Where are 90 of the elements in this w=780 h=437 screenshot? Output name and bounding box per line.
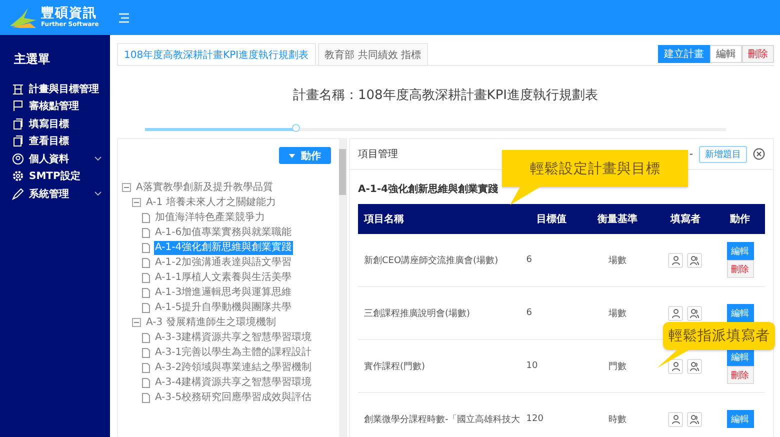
close-icon[interactable]: [753, 148, 765, 160]
pencil-icon: [12, 188, 24, 200]
menu-icon[interactable]: [118, 12, 130, 22]
sidebar-item[interactable]: 填寫目標: [0, 115, 110, 132]
table-cell: 6: [523, 234, 580, 286]
table-icon: [12, 82, 24, 95]
slider-handle[interactable]: [292, 124, 300, 132]
tree-item[interactable]: A-1-2加強溝通表達與語文學習: [154, 256, 293, 270]
panel-title: 項目管理: [358, 148, 399, 161]
assign-user-button[interactable]: [668, 252, 684, 268]
tree-item[interactable]: 加值海洋特色產業競爭力: [154, 210, 266, 224]
table-cell: 實作課程(門數): [358, 340, 524, 392]
toolbar-button[interactable]: 編輯: [710, 45, 742, 63]
sidebar-item[interactable]: 計畫與目標管理: [0, 80, 110, 98]
table-cell: 6: [523, 286, 580, 340]
document-icon: [12, 135, 24, 148]
user-icon: [672, 362, 680, 370]
column-header: 目標值: [523, 204, 580, 234]
column-header: 動作: [715, 204, 765, 234]
tab[interactable]: 教育部 共同績效 指標: [318, 43, 428, 65]
column-header: 項目名稱: [358, 204, 524, 234]
column-header: 衡量基準: [579, 204, 656, 234]
tree-item[interactable]: A-1-6加值專業實務與就業職能: [154, 226, 293, 240]
toolbar-button[interactable]: 刪除: [742, 45, 774, 63]
row-action-button[interactable]: 編輯: [726, 410, 754, 428]
flag-icon: [12, 100, 24, 112]
sidebar-title: 主選單: [13, 51, 51, 68]
tab[interactable]: 108年度高教深耕計畫KPI進度執行規劃表: [117, 43, 316, 65]
chevron-down-icon: [94, 156, 102, 162]
tree-item[interactable]: A-1-4強化創新思維與創業實踐: [154, 240, 293, 254]
column-header: 填寫者: [655, 204, 716, 234]
table-cell: 時數: [579, 392, 656, 437]
chevron-down-icon: [94, 191, 102, 196]
plan-title: 計畫名稱：108年度高教深耕計畫KPI進度執行規劃表: [292, 87, 599, 105]
assign-user-button[interactable]: [668, 358, 684, 374]
table-cell: 10: [523, 340, 580, 392]
settings-icon: [12, 170, 24, 182]
row-action-button[interactable]: 編輯: [726, 242, 754, 260]
sidebar-item[interactable]: 個人資料: [0, 150, 110, 168]
users-icon: [690, 256, 700, 264]
collapse-icon[interactable]: [132, 318, 141, 327]
tree-item[interactable]: A-3-2跨領域與專業連結之學習機制: [154, 360, 313, 374]
users-icon: [690, 414, 700, 424]
row-action-button[interactable]: 編輯: [726, 304, 754, 322]
tree-item[interactable]: A落實教學創新及提升教學品質: [135, 180, 274, 194]
user-icon: [672, 308, 680, 318]
sidebar-item[interactable]: 系統管理: [0, 185, 110, 202]
table-cell: 創業微學分課程時數-「國立高雄科技大: [358, 392, 524, 437]
users-icon: [690, 308, 700, 318]
brand-name: 豐碩資訊: [41, 6, 98, 21]
caret-icon: [289, 154, 295, 158]
tree-item[interactable]: A-3-5校務研究回應學習成效與評估: [154, 390, 313, 404]
action-button[interactable]: 動作: [279, 147, 331, 164]
tree-item[interactable]: A-3-3建構資源共享之智慧學習環境: [154, 330, 313, 344]
tree-item[interactable]: A-1-1厚植人文素養與生活美學: [154, 270, 293, 284]
user-icon: [12, 152, 24, 165]
assign-user-button[interactable]: [668, 412, 684, 426]
toolbar-button[interactable]: 建立計畫: [658, 45, 710, 63]
assign-user-button[interactable]: [668, 306, 684, 320]
section-title: A-1-4強化創新思維與創業實踐: [358, 182, 498, 197]
tree-item[interactable]: A-3-4建構資源共享之智慧學習環境: [154, 376, 313, 390]
tree-item[interactable]: A-1-5提升自學動機與團隊共學: [154, 300, 293, 314]
assign-group-button[interactable]: [687, 358, 702, 374]
tree-item[interactable]: A-1 培養未來人才之關鍵能力: [145, 196, 277, 210]
assign-group-button[interactable]: [687, 412, 702, 426]
row-action-button[interactable]: 刪除: [726, 366, 754, 384]
assign-group-button[interactable]: [687, 252, 702, 268]
collapse-icon[interactable]: [132, 198, 141, 207]
tree-item[interactable]: A-3-1完善以學生為主體的課程設計: [154, 346, 313, 360]
add-question-button[interactable]: 新增題目: [699, 146, 747, 162]
assign-group-button[interactable]: [687, 306, 702, 320]
scrollbar-thumb[interactable]: [339, 149, 346, 195]
user-icon: [672, 414, 680, 424]
sidebar-item[interactable]: 審核點管理: [0, 98, 110, 115]
tree-item[interactable]: A-1-3增進邏輯思考與運算思維: [154, 286, 293, 300]
row-action-button[interactable]: 刪除: [726, 260, 754, 278]
table-cell: 120: [523, 392, 580, 437]
collapse-icon[interactable]: [122, 183, 131, 192]
table-cell: 新創CEO講座師交流推廣會(場數): [358, 234, 524, 286]
users-icon: [690, 362, 700, 370]
sidebar-item[interactable]: SMTP設定: [0, 168, 110, 185]
table-cell: 三創課程推廣說明會(場數): [358, 286, 524, 340]
document-icon: [12, 118, 24, 130]
tree-item[interactable]: A-3 發展精進師生之環境機制: [145, 316, 277, 330]
table-cell: 場數: [579, 234, 656, 286]
user-icon: [672, 256, 680, 264]
table-cell: 門數: [579, 340, 656, 392]
collapse-button[interactable]: -: [689, 148, 693, 160]
table-cell: 場數: [579, 286, 656, 340]
sidebar-item[interactable]: 查看目標: [0, 132, 110, 150]
